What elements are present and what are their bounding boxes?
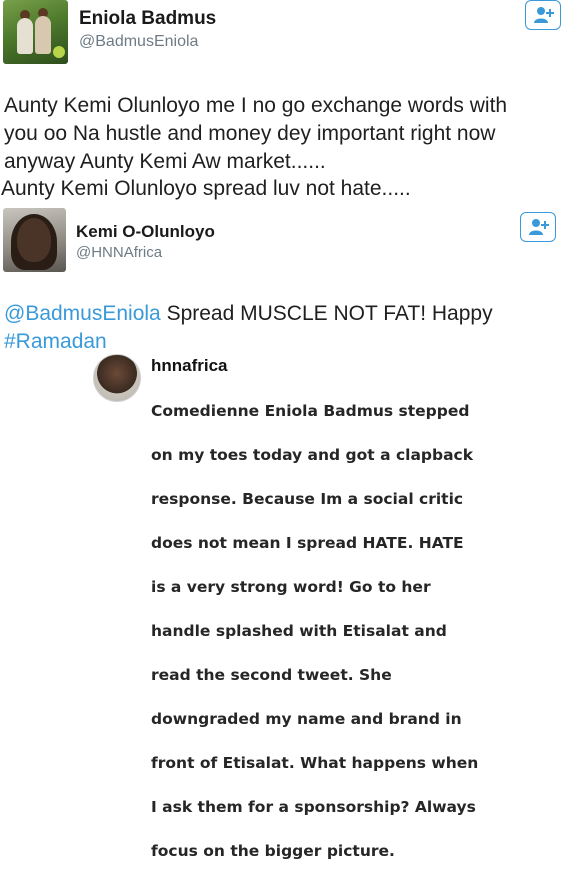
tweet1-text-line: anyway Aunty Kemi Aw market...... [4,150,326,173]
tweet2-handle[interactable]: @HNNAfrica [76,244,162,261]
tweet1-handle[interactable]: @BadmusEniola [79,33,198,51]
instagram-username[interactable]: hnnafrica [151,356,228,376]
caption-line: does not mean I spread HATE. HATE [151,534,464,552]
tweet1-display-name[interactable]: Eniola Badmus [79,8,216,30]
eniola-avatar[interactable] [3,0,68,64]
tweet2-display-name[interactable]: Kemi O-Olunloyo [76,222,215,242]
tweet2-text: @BadmusEniola Spread MUSCLE NOT FAT! Hap… [4,300,493,327]
hashtag-link[interactable]: #Ramadan [4,330,107,353]
add-user-icon [534,7,554,23]
tweet2-text-body: Spread MUSCLE NOT FAT! Happy [160,302,493,325]
caption-line: front of Etisalat. What happens when [151,754,479,772]
caption-line: is a very strong word! Go to her [151,578,431,596]
add-user-icon [529,219,549,235]
brand-logo-icon [53,46,65,58]
caption-line: focus on the bigger picture. [151,842,395,860]
tweet1-text-line: Aunty Kemi Olunloyo me I no go exchange … [4,94,508,117]
kemi-avatar[interactable] [3,208,66,272]
caption-line: Comedienne Eniola Badmus stepped [151,402,470,420]
caption-line: read the second tweet. She [151,666,392,684]
hnnafrica-avatar[interactable] [93,354,141,402]
caption-line: response. Because Im a social critic [151,490,464,508]
tweet1-text-line: you oo Na hustle and money dey important… [4,122,496,145]
tweet2-hashtag-line: #Ramadan [4,328,107,355]
avatar-face [17,218,51,262]
caption-line: downgraded my name and brand in [151,710,462,728]
avatar-figure [35,16,51,54]
caption-line: on my toes today and got a clapback [151,446,474,464]
caption-line: handle splashed with Etisalat and [151,622,447,640]
follow-button[interactable] [520,212,556,242]
mention-link[interactable]: @BadmusEniola [4,302,161,325]
instagram-caption: Comedienne Eniola Badmus stepped on my t… [151,378,491,884]
caption-line: I ask them for a sponsorship? Always [151,798,476,816]
follow-button[interactable] [525,0,561,30]
tweet1-text-line: Aunty Kemi Olunloyo spread luv not hate.… [1,177,411,200]
avatar-figure [17,18,33,54]
